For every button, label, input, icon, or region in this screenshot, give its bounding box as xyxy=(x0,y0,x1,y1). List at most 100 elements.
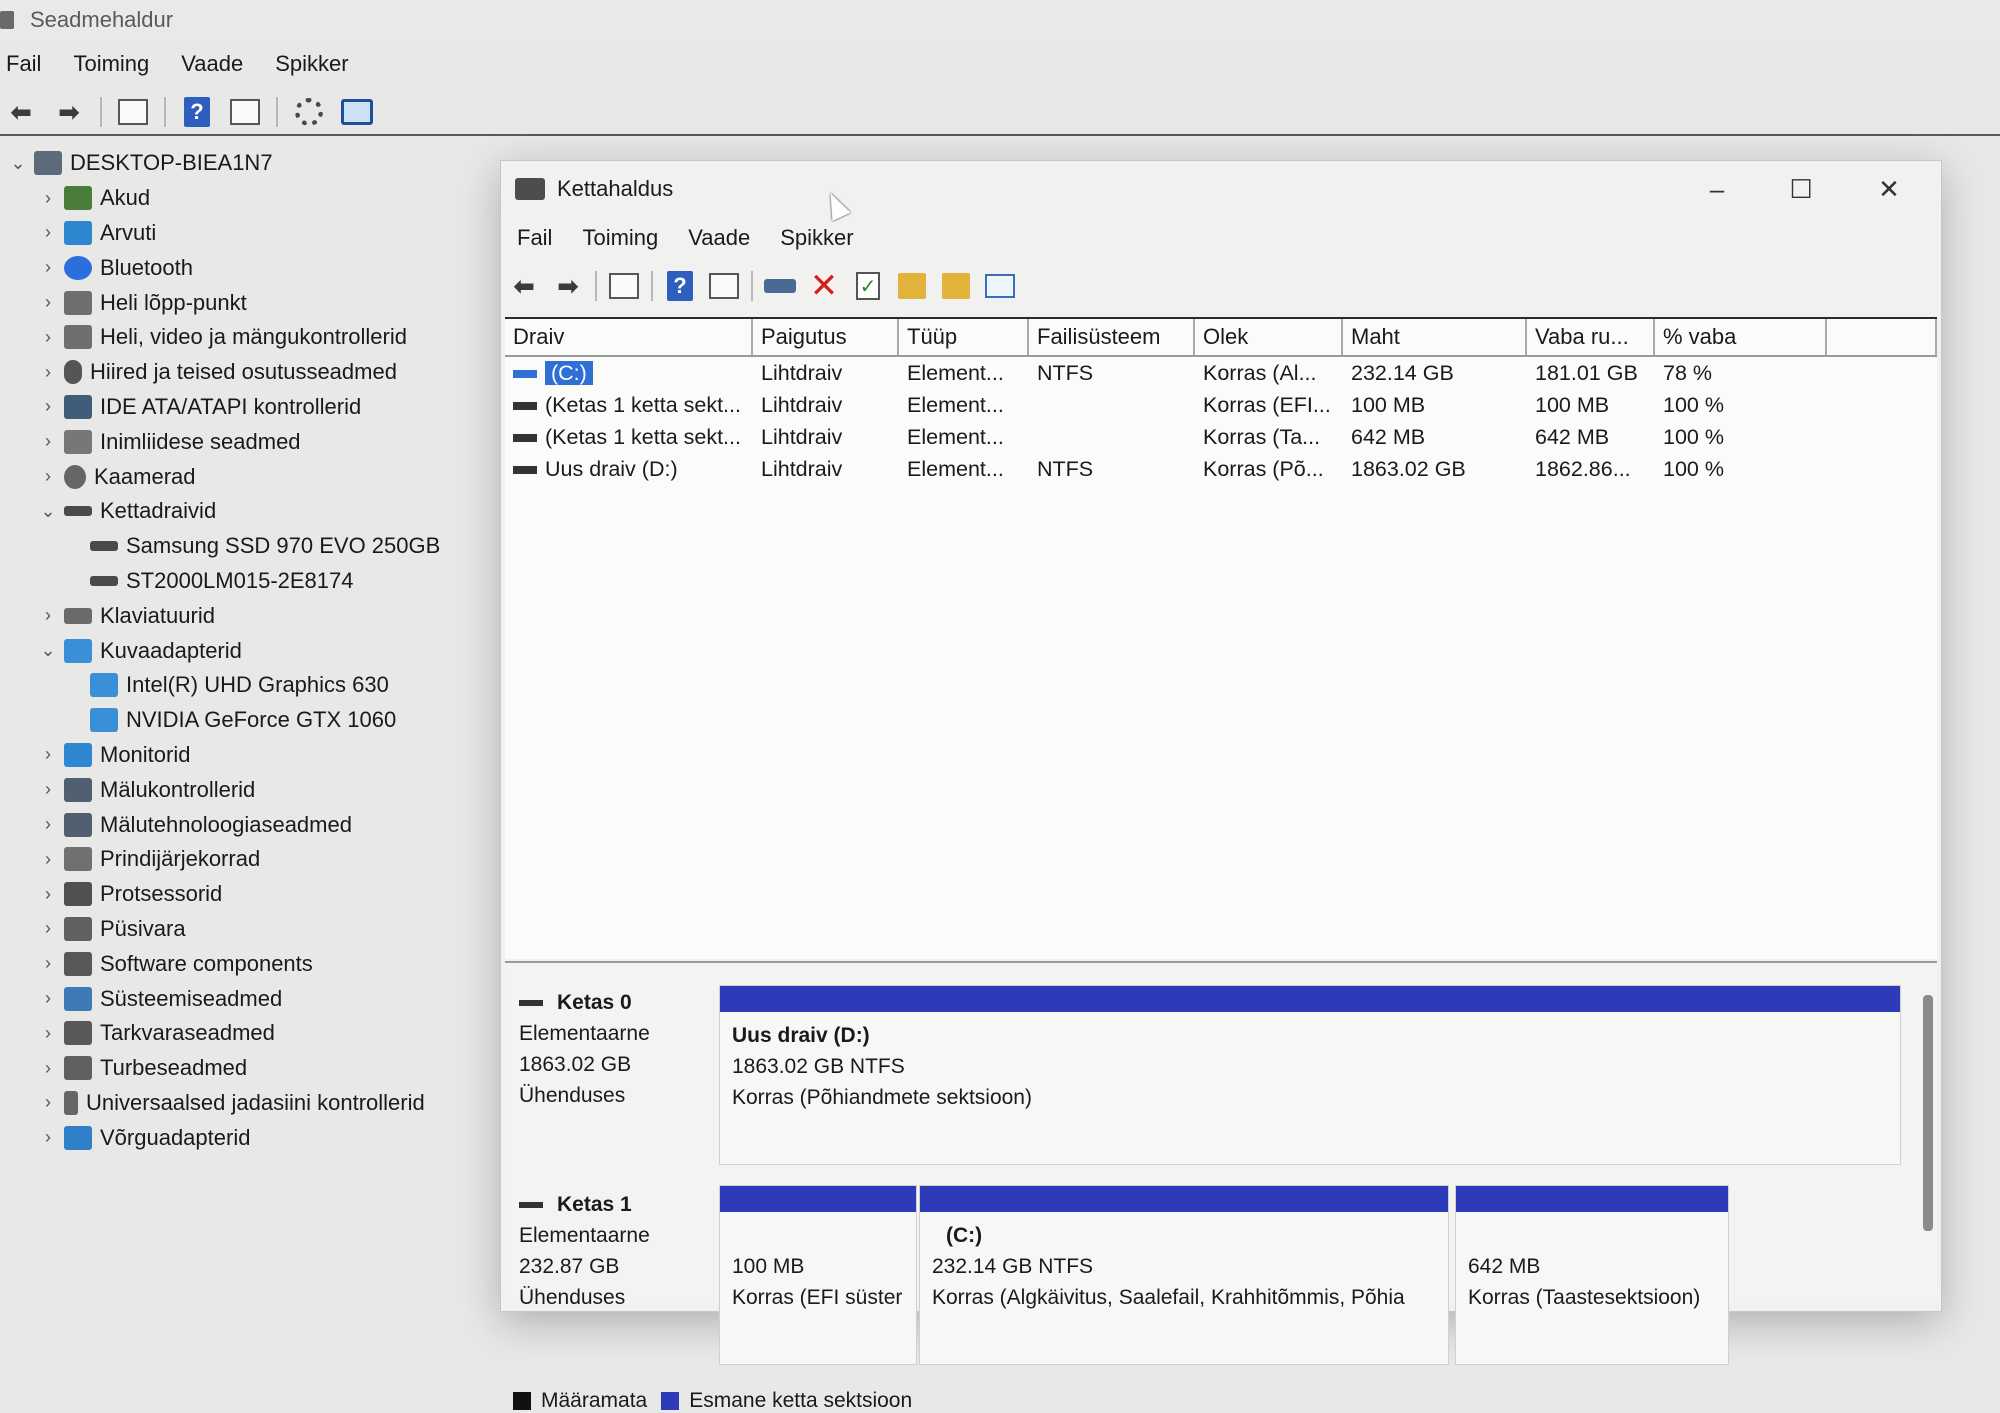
tree-item-heli-video[interactable]: › Heli, video ja mängukontrollerid xyxy=(0,320,490,355)
column-header-failisusteem[interactable]: Failisüsteem xyxy=(1029,319,1195,355)
chevron-right-icon[interactable]: › xyxy=(38,1023,58,1044)
table-row[interactable]: (C:) Lihtdraiv Element... NTFS Korras (A… xyxy=(505,357,1937,389)
table-row[interactable]: Uus draiv (D:) Lihtdraiv Element... NTFS… xyxy=(505,453,1937,485)
column-header-paigutus[interactable]: Paigutus xyxy=(753,319,899,355)
tree-item-prindijarjekorrad[interactable]: › Prindijärjekorrad xyxy=(0,842,490,877)
partition-d[interactable]: Uus draiv (D:) 1863.02 GB NTFS Korras (P… xyxy=(719,985,1901,1165)
menu-spikker[interactable]: Spikker xyxy=(780,225,853,251)
tree-item-malukontrollerid[interactable]: › Mälukontrollerid xyxy=(0,772,490,807)
minimize-button[interactable]: – xyxy=(1687,171,1747,207)
column-header-vaba-ruum[interactable]: Vaba ru... xyxy=(1527,319,1655,355)
chevron-down-icon[interactable]: ⌄ xyxy=(38,501,58,522)
tree-item-susteemiseadmed[interactable]: › Süsteemiseadmed xyxy=(0,981,490,1016)
back-arrow-icon[interactable]: ⬅ xyxy=(4,97,38,127)
chevron-right-icon[interactable]: › xyxy=(38,466,58,487)
properties-pane-icon[interactable] xyxy=(707,271,741,301)
disk-management-titlebar[interactable]: Kettahaldus – ☐ ✕ xyxy=(501,161,1941,217)
tree-item-malutehnoloogia[interactable]: › Mälutehnoloogiaseadmed xyxy=(0,807,490,842)
chevron-right-icon[interactable]: › xyxy=(38,1127,58,1148)
table-row[interactable]: (Ketas 1 ketta sekt... Lihtdraiv Element… xyxy=(505,421,1937,453)
chevron-right-icon[interactable]: › xyxy=(38,257,58,278)
chevron-right-icon[interactable]: › xyxy=(38,849,58,870)
tree-item-turbeseadmed[interactable]: › Turbeseadmed xyxy=(0,1051,490,1086)
maximize-button[interactable]: ☐ xyxy=(1771,171,1831,207)
partition-recovery[interactable]: 642 MB Korras (Taastesektsioon) xyxy=(1455,1185,1729,1365)
tree-item-kaamerad[interactable]: › Kaamerad xyxy=(0,459,490,494)
chevron-right-icon[interactable]: › xyxy=(38,431,58,452)
properties-check-icon[interactable]: ✓ xyxy=(851,271,885,301)
chevron-right-icon[interactable]: › xyxy=(38,362,58,383)
tree-item-st2000[interactable]: ST2000LM015-2E8174 xyxy=(0,564,490,599)
disk-0-info[interactable]: Ketas 0 Elementaarne 1863.02 GB Ühenduse… xyxy=(519,987,650,1111)
tree-item-klaviatuurid[interactable]: › Klaviatuurid xyxy=(0,598,490,633)
tree-item-usb[interactable]: › Universaalsed jadasiini kontrollerid xyxy=(0,1086,490,1121)
chevron-right-icon[interactable]: › xyxy=(38,1092,58,1113)
tree-item-kuvaadapterid[interactable]: ⌄ Kuvaadapterid xyxy=(0,633,490,668)
chevron-right-icon[interactable]: › xyxy=(38,396,58,417)
chevron-down-icon[interactable]: ⌄ xyxy=(38,640,58,661)
back-arrow-icon[interactable]: ⬅ xyxy=(507,271,541,301)
close-button[interactable]: ✕ xyxy=(1859,171,1919,207)
show-hide-console-tree-icon[interactable] xyxy=(116,97,150,127)
table-row[interactable]: (Ketas 1 ketta sekt... Lihtdraiv Element… xyxy=(505,389,1937,421)
help-icon[interactable]: ? xyxy=(180,97,214,127)
properties-pane-icon[interactable] xyxy=(228,97,262,127)
chevron-right-icon[interactable]: › xyxy=(38,744,58,765)
tree-item-pusivara[interactable]: › Püsivara xyxy=(0,912,490,947)
tree-item-tarkvaraseadmed[interactable]: › Tarkvaraseadmed xyxy=(0,1016,490,1051)
help-icon[interactable]: ? xyxy=(663,271,697,301)
connect-drive-icon[interactable] xyxy=(763,271,797,301)
chevron-right-icon[interactable]: › xyxy=(38,188,58,209)
monitor-icon[interactable] xyxy=(340,97,374,127)
chevron-right-icon[interactable]: › xyxy=(38,292,58,313)
tree-item-inimliidese[interactable]: › Inimliidese seadmed xyxy=(0,424,490,459)
chevron-right-icon[interactable]: › xyxy=(38,779,58,800)
tree-item-hiired[interactable]: › Hiired ja teised osutusseadmed xyxy=(0,355,490,390)
graphical-view-scrollbar[interactable] xyxy=(1923,995,1933,1231)
explore-icon[interactable] xyxy=(939,271,973,301)
menu-toiming[interactable]: Toiming xyxy=(73,51,149,77)
show-hide-console-tree-icon[interactable] xyxy=(607,271,641,301)
column-header-tuup[interactable]: Tüüp xyxy=(899,319,1029,355)
chevron-right-icon[interactable]: › xyxy=(38,1058,58,1079)
chevron-right-icon[interactable]: › xyxy=(38,953,58,974)
column-header-draiv[interactable]: Draiv xyxy=(505,319,753,355)
scan-hardware-icon[interactable] xyxy=(292,97,326,127)
menu-spikker[interactable]: Spikker xyxy=(275,51,348,77)
partition-efi[interactable]: 100 MB Korras (EFI süster xyxy=(719,1185,917,1365)
tree-item-protsessorid[interactable]: › Protsessorid xyxy=(0,877,490,912)
tree-item-software-components[interactable]: › Software components xyxy=(0,946,490,981)
menu-vaade[interactable]: Vaade xyxy=(181,51,243,77)
tree-item-nvidia-gtx[interactable]: NVIDIA GeForce GTX 1060 xyxy=(0,703,490,738)
forward-arrow-icon[interactable]: ➡ xyxy=(52,97,86,127)
open-folder-icon[interactable] xyxy=(895,271,929,301)
delete-icon[interactable]: ✕ xyxy=(807,267,841,305)
chevron-right-icon[interactable]: › xyxy=(38,222,58,243)
chevron-right-icon[interactable]: › xyxy=(38,327,58,348)
menu-toiming[interactable]: Toiming xyxy=(582,225,658,251)
chevron-right-icon[interactable]: › xyxy=(38,988,58,1009)
column-header-olek[interactable]: Olek xyxy=(1195,319,1343,355)
tree-item-samsung-ssd[interactable]: Samsung SSD 970 EVO 250GB xyxy=(0,529,490,564)
chevron-right-icon[interactable]: › xyxy=(38,884,58,905)
column-header-protsent-vaba[interactable]: % vaba xyxy=(1655,319,1827,355)
chevron-down-icon[interactable]: ⌄ xyxy=(8,153,28,174)
partition-c[interactable]: (C:) 232.14 GB NTFS Korras (Algkäivitus,… xyxy=(919,1185,1449,1365)
tree-item-arvuti[interactable]: › Arvuti xyxy=(0,216,490,251)
tree-item-monitorid[interactable]: › Monitorid xyxy=(0,738,490,773)
disk-1-info[interactable]: Ketas 1 Elementaarne 232.87 GB Ühenduses xyxy=(519,1189,650,1313)
column-header-maht[interactable]: Maht xyxy=(1343,319,1527,355)
menu-vaade[interactable]: Vaade xyxy=(688,225,750,251)
tree-item-intel-uhd[interactable]: Intel(R) UHD Graphics 630 xyxy=(0,668,490,703)
tree-item-heli-lopp-punkt[interactable]: › Heli lõpp-punkt xyxy=(0,285,490,320)
tree-item-computer[interactable]: ⌄ DESKTOP-BIEA1N7 xyxy=(0,146,490,181)
forward-arrow-icon[interactable]: ➡ xyxy=(551,271,585,301)
chevron-right-icon[interactable]: › xyxy=(38,605,58,626)
tree-item-kettadraivid[interactable]: ⌄ Kettadraivid xyxy=(0,494,490,529)
tree-item-ide[interactable]: › IDE ATA/ATAPI kontrollerid xyxy=(0,390,490,425)
tree-item-vorguadapterid[interactable]: › Võrguadapterid xyxy=(0,1120,490,1155)
list-view-icon[interactable] xyxy=(983,271,1017,301)
menu-fail[interactable]: Fail xyxy=(6,51,41,77)
menu-fail[interactable]: Fail xyxy=(517,225,552,251)
chevron-right-icon[interactable]: › xyxy=(38,814,58,835)
